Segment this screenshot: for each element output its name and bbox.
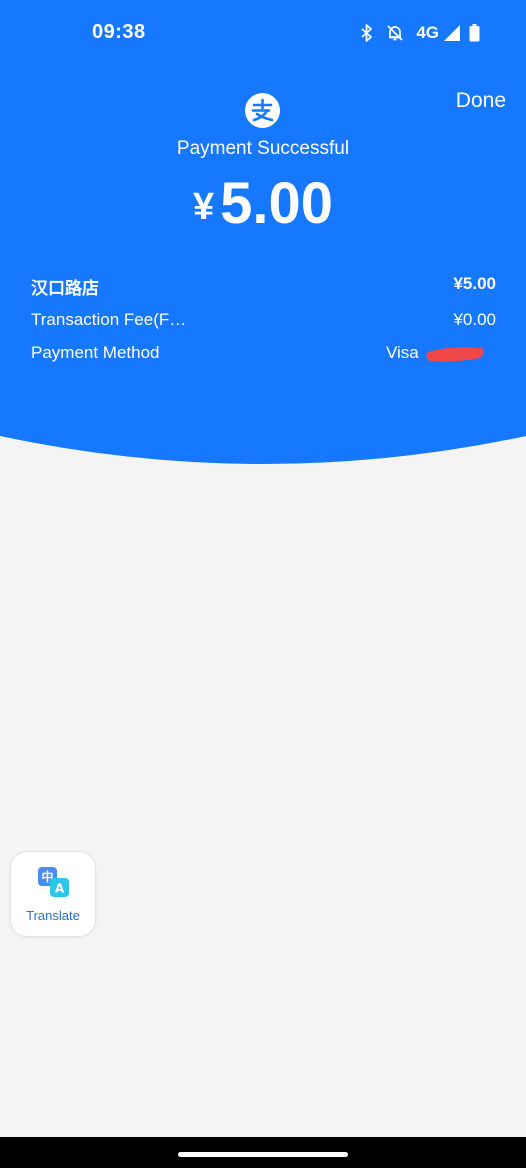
network-type: 4G bbox=[416, 23, 439, 42]
battery-icon bbox=[469, 24, 480, 42]
payment-method-card: Visa bbox=[386, 343, 419, 362]
payment-status-text: Payment Successful bbox=[176, 138, 350, 159]
navigation-bar bbox=[0, 1137, 526, 1168]
payment-method-value: Visa bbox=[386, 343, 496, 367]
alipay-icon bbox=[245, 93, 280, 128]
payment-result-screen: 09:38 4G Done Payment Successful ¥ 5.00 … bbox=[0, 0, 526, 1168]
home-indicator[interactable] bbox=[178, 1152, 348, 1157]
status-icons: 4G bbox=[360, 22, 480, 44]
translate-button[interactable]: 中 A Translate bbox=[11, 852, 95, 936]
translate-label: Translate bbox=[26, 908, 80, 923]
status-time: 09:38 bbox=[92, 21, 146, 43]
transaction-fee-row: Transaction Fee(F… ¥0.00 bbox=[31, 310, 496, 334]
svg-text:A: A bbox=[55, 882, 65, 896]
merchant-amount: ¥5.00 bbox=[453, 274, 496, 293]
merchant-row: 汉口路店 ¥5.00 bbox=[31, 274, 496, 298]
payment-method-row: Payment Method Visa bbox=[31, 343, 496, 367]
redaction-mark bbox=[426, 347, 484, 362]
transaction-fee-value: ¥0.00 bbox=[453, 310, 496, 329]
amount-value: 5.00 bbox=[220, 171, 334, 236]
bluetooth-icon bbox=[360, 24, 374, 42]
translate-icon: 中 A bbox=[38, 867, 69, 897]
notifications-off-icon bbox=[386, 24, 404, 42]
payment-amount: ¥5.00 bbox=[0, 170, 526, 237]
signal-icon bbox=[443, 24, 461, 42]
status-bar: 09:38 4G bbox=[0, 0, 526, 66]
done-button[interactable]: Done bbox=[456, 89, 506, 113]
payment-method-label: Payment Method bbox=[31, 343, 160, 362]
transaction-fee-label: Transaction Fee(F… bbox=[31, 310, 187, 329]
currency-symbol: ¥ bbox=[192, 186, 215, 228]
merchant-name: 汉口路店 bbox=[31, 279, 99, 298]
